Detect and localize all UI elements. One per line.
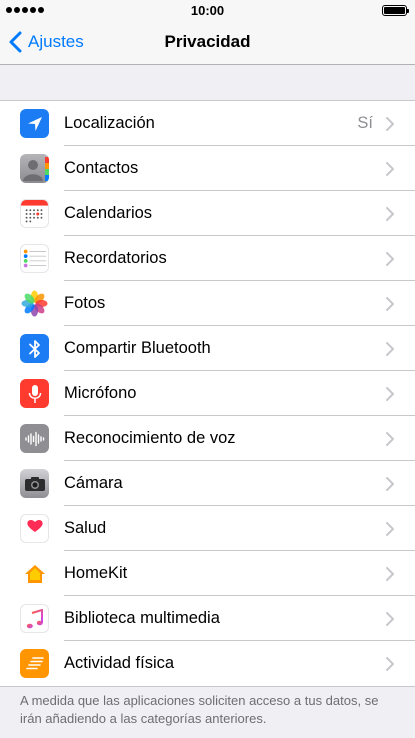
row-label: Biblioteca multimedia xyxy=(64,609,220,627)
navigation-bar: Ajustes Privacidad xyxy=(0,20,415,65)
row-localizacion[interactable]: Localización Sí xyxy=(0,101,415,146)
row-label: Calendarios xyxy=(64,204,153,222)
row-contactos[interactable]: Contactos xyxy=(0,146,415,191)
chevron-right-icon xyxy=(386,656,394,671)
chevron-right-icon xyxy=(386,476,394,491)
chevron-right-icon xyxy=(386,611,394,626)
row-label: Localización xyxy=(64,114,155,132)
status-bar: 10:00 xyxy=(0,0,415,20)
row-label: Contactos xyxy=(64,159,139,177)
photos-icon xyxy=(20,289,49,318)
heart-icon xyxy=(20,514,49,543)
row-reconocimiento-de-voz[interactable]: Reconocimiento de voz xyxy=(0,416,415,461)
chevron-right-icon xyxy=(386,161,394,176)
music-note-icon xyxy=(20,604,49,633)
footer-note: A medida que las aplicaciones soliciten … xyxy=(20,693,379,726)
row-label: Fotos xyxy=(64,294,106,312)
contacts-icon xyxy=(20,154,49,183)
row-calendarios[interactable]: Calendarios xyxy=(0,191,415,236)
camera-icon xyxy=(20,469,49,498)
row-salud[interactable]: Salud xyxy=(0,506,415,551)
chevron-right-icon xyxy=(386,296,394,311)
row-label: Cámara xyxy=(64,474,123,492)
row-label: Compartir Bluetooth xyxy=(64,339,211,357)
chevron-right-icon xyxy=(386,386,394,401)
row-recordatorios[interactable]: Recordatorios xyxy=(0,236,415,281)
calendar-icon xyxy=(20,199,49,228)
privacy-list: Localización Sí Contactos Calendarios Re… xyxy=(0,100,415,687)
row-label: Recordatorios xyxy=(64,249,167,267)
row-biblioteca-multimedia[interactable]: Biblioteca multimedia xyxy=(0,596,415,641)
waveform-icon xyxy=(20,424,49,453)
row-label: Salud xyxy=(64,519,107,537)
battery-icon xyxy=(382,5,409,16)
reminders-icon xyxy=(20,244,49,273)
chevron-right-icon xyxy=(386,521,394,536)
row-actividad-fisica[interactable]: Actividad física xyxy=(0,641,415,686)
row-camara[interactable]: Cámara xyxy=(0,461,415,506)
location-arrow-icon xyxy=(20,109,49,138)
chevron-right-icon xyxy=(386,251,394,266)
row-value: Sí xyxy=(357,114,373,132)
row-fotos[interactable]: Fotos xyxy=(0,281,415,326)
row-microfono[interactable]: Micrófono xyxy=(0,371,415,416)
status-time: 10:00 xyxy=(190,3,225,18)
row-compartir-bluetooth[interactable]: Compartir Bluetooth xyxy=(0,326,415,371)
chevron-right-icon xyxy=(386,431,394,446)
row-label: Reconocimiento de voz xyxy=(64,429,236,447)
chevron-right-icon xyxy=(386,206,394,221)
home-icon xyxy=(20,559,49,588)
microphone-icon xyxy=(20,379,49,408)
chevron-right-icon xyxy=(386,116,394,131)
row-label: HomeKit xyxy=(64,564,128,582)
row-label: Actividad física xyxy=(64,654,175,672)
chevron-right-icon xyxy=(386,566,394,581)
row-label: Micrófono xyxy=(64,384,137,402)
chevron-right-icon xyxy=(386,341,394,356)
bluetooth-icon xyxy=(20,334,49,363)
page-title: Privacidad xyxy=(164,32,251,51)
row-homekit[interactable]: HomeKit xyxy=(0,551,415,596)
motion-icon xyxy=(20,649,49,678)
